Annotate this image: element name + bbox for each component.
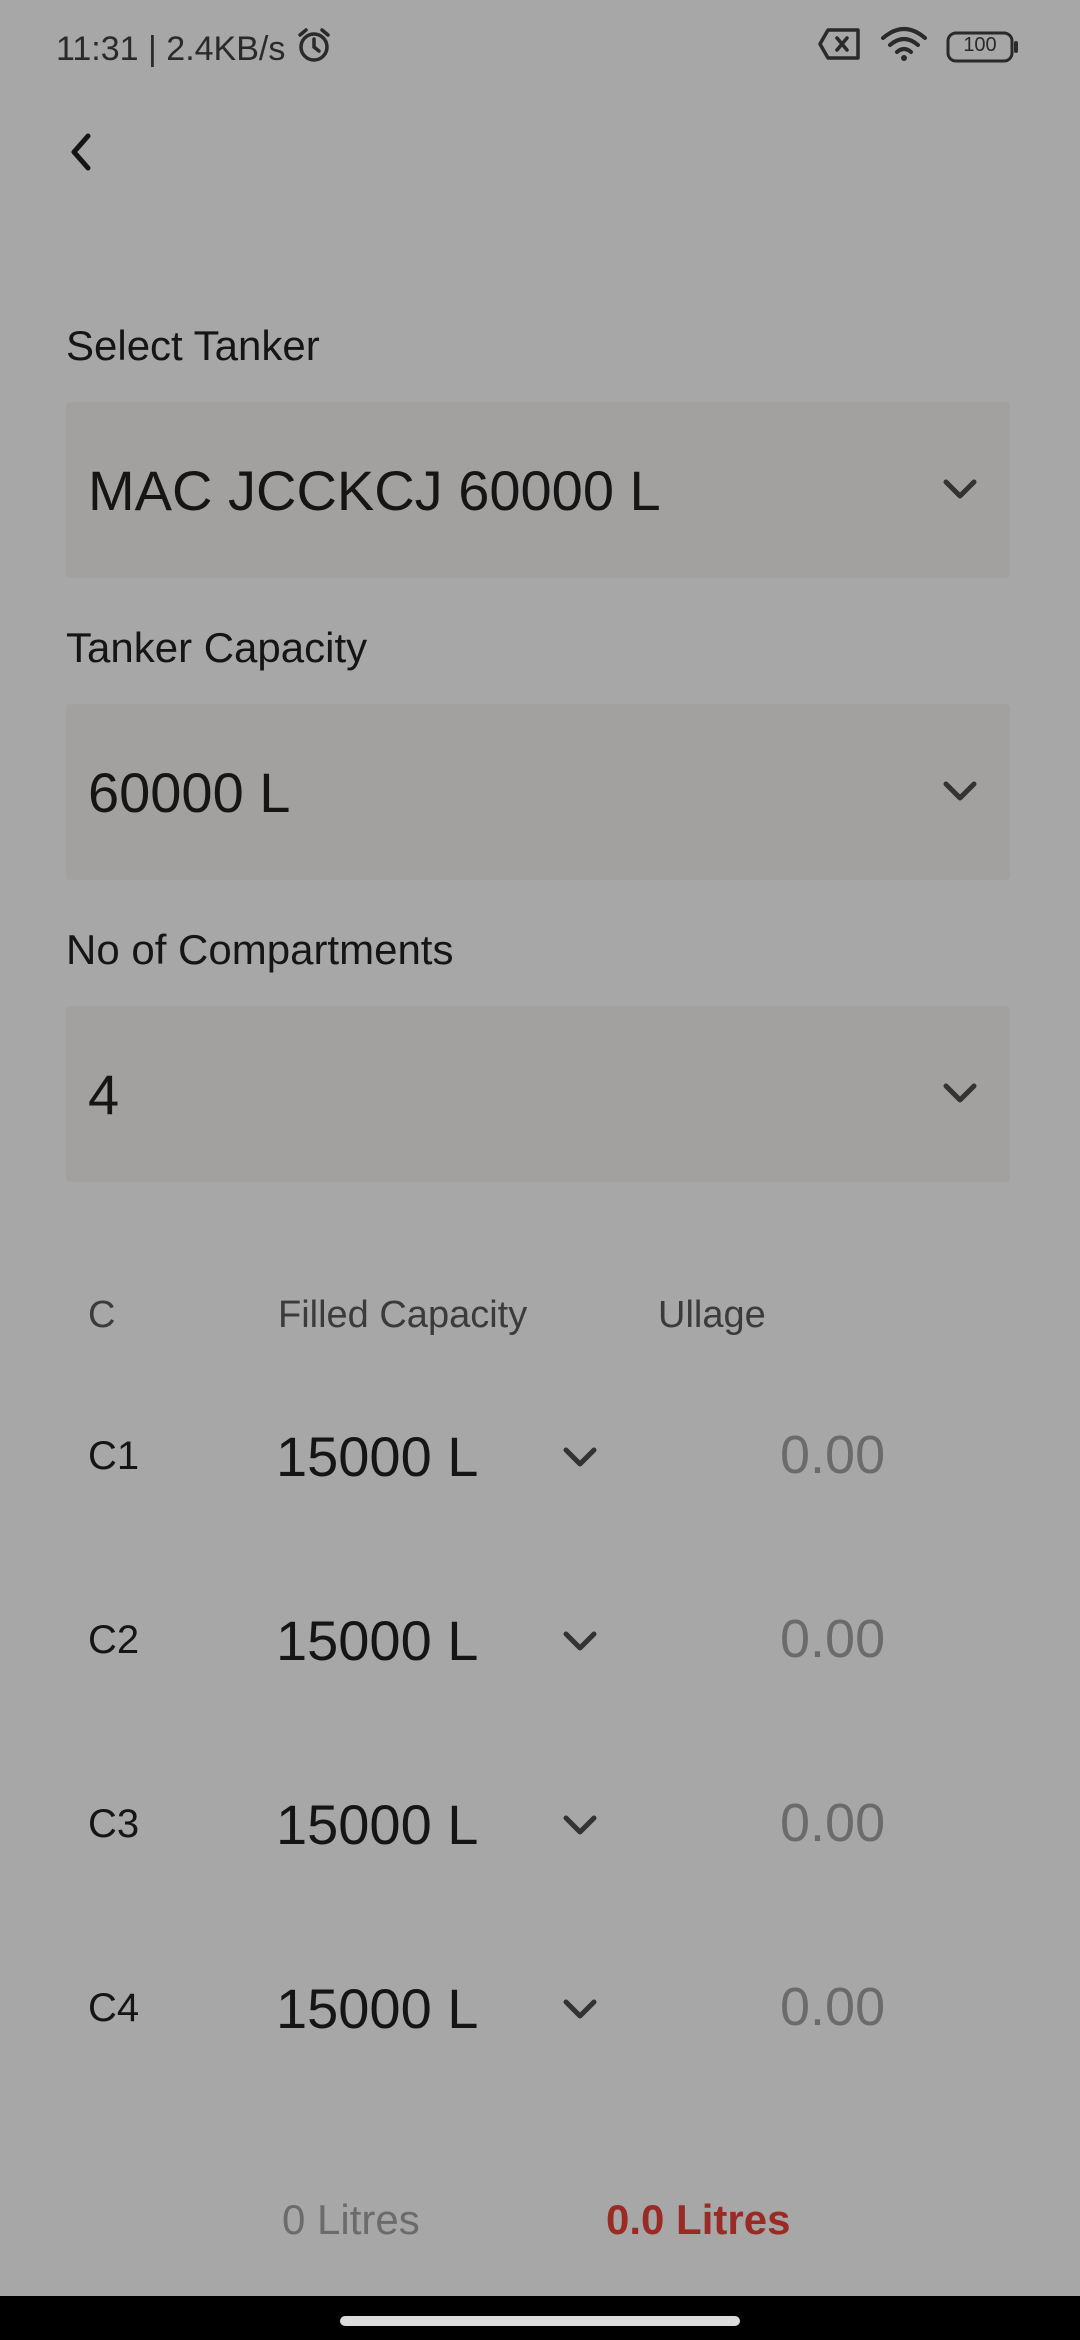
compartments-label: No of Compartments [66,926,454,973]
table-row: C4 15000 L 0.00 [0,1966,1080,2056]
back-button[interactable] [50,122,110,182]
filled-capacity-select[interactable]: 15000 L [276,1792,478,1857]
table-row: C1 15000 L 0.00 [0,1414,1080,1504]
table-row: C2 15000 L 0.00 [0,1598,1080,1688]
filled-capacity-select[interactable]: 15000 L [276,1976,478,2041]
alarm-icon [295,26,333,73]
chevron-down-icon [943,479,977,499]
filled-capacity-select[interactable]: 15000 L [276,1424,478,1489]
battery-level: 100 [963,33,997,56]
ullage-input[interactable]: 0.00 [780,1608,885,1670]
filled-capacity-select[interactable]: 15000 L [276,1608,478,1673]
ullage-input[interactable]: 0.00 [780,1424,885,1486]
chevron-down-icon [943,1083,977,1103]
column-header-ullage: Ullage [658,1294,766,1336]
sim-off-icon [818,27,862,66]
compartment-id: C1 [88,1434,140,1478]
compartments-value: 4 [88,1062,120,1126]
chevron-down-icon[interactable] [560,1438,600,1478]
total-ullage: 0.0 Litres [606,2196,791,2243]
compartment-id: C3 [88,1802,140,1846]
tanker-value: MAC JCCKCJ 60000 L [88,458,661,522]
status-time: 11:31 | 2.4KB/s [56,30,286,68]
home-gesture-handle[interactable] [340,2316,740,2326]
compartment-id: C4 [88,1986,140,2030]
capacity-label: Tanker Capacity [66,624,368,671]
chevron-down-icon [943,781,977,801]
chevron-left-icon [71,133,91,171]
compartments-select[interactable]: 4 [66,1006,1010,1182]
status-bar: 11:31 | 2.4KB/s 100 [0,0,1080,96]
ullage-input[interactable]: 0.00 [780,1976,885,2038]
table-row: C3 15000 L 0.00 [0,1782,1080,1872]
total-filled: 0 Litres [282,2196,420,2243]
column-header-filled: Filled Capacity [278,1294,528,1336]
compartment-table-header: C Filled Capacity Ullage [0,1290,1080,1350]
system-nav-bar [0,2296,1080,2340]
battery-icon: 100 [946,30,1020,64]
chevron-down-icon[interactable] [560,1806,600,1846]
compartment-id: C2 [88,1618,140,1662]
chevron-down-icon[interactable] [560,1622,600,1662]
capacity-value: 60000 L [88,760,291,824]
totals-footer: 0 Litres 0.0 Litres [0,2190,1080,2260]
tanker-select[interactable]: MAC JCCKCJ 60000 L [66,402,1010,578]
wifi-icon [880,26,928,67]
column-header-c: C [88,1294,116,1336]
chevron-down-icon[interactable] [560,1990,600,2030]
ullage-input[interactable]: 0.00 [780,1792,885,1854]
capacity-select[interactable]: 60000 L [66,704,1010,880]
tanker-label: Select Tanker [66,322,320,369]
